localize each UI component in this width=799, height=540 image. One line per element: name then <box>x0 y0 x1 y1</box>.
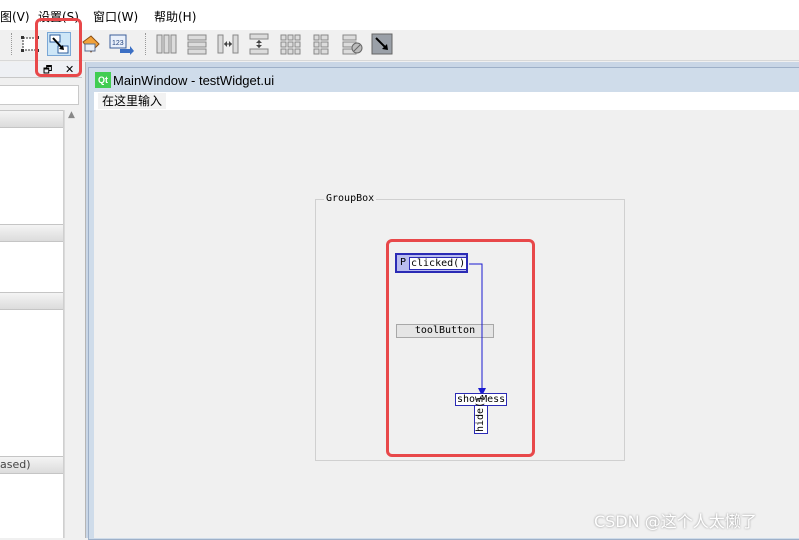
highlight-annotation <box>386 239 535 457</box>
watermark: CSDN @这个人太懒了 <box>594 512 757 531</box>
highlight-annotation <box>35 18 82 77</box>
